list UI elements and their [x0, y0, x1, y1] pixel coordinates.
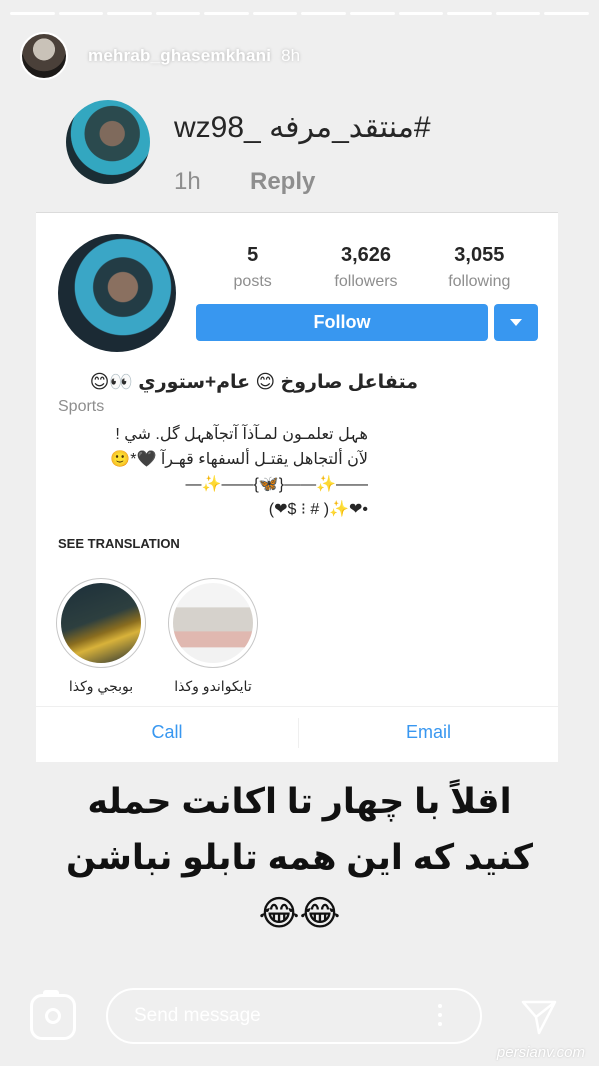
pubg-highlight-icon	[61, 583, 141, 663]
progress-segment	[155, 12, 201, 15]
progress-segment	[252, 12, 298, 15]
stat-value: 3,626	[340, 244, 392, 266]
progress-segment	[204, 12, 249, 15]
stat-value: 5	[247, 244, 259, 266]
highlight-ring	[56, 578, 146, 668]
follow-button: Follow	[196, 304, 488, 341]
taekwondo-highlight-icon	[173, 583, 253, 663]
story-header: mehrab_ghasemkhani 8h	[20, 32, 300, 80]
send-direct-icon[interactable]	[520, 998, 558, 1036]
comment-username: wz98_ منتقد_مرفه#	[174, 111, 431, 144]
story-username[interactable]: mehrab_ghasemkhani	[88, 46, 271, 66]
profile-bio: هہل تعلمـون لمـآذآ آتجآهہل گل. شي ! لآن …	[110, 426, 368, 518]
see-translation-link: SEE TRANSLATION	[58, 536, 180, 551]
stat-followers: 3,626 followers	[309, 244, 422, 291]
highlight-ring	[168, 578, 258, 668]
stat-label: followers	[334, 273, 398, 290]
progress-segment	[107, 12, 152, 15]
progress-segment	[58, 12, 104, 15]
comment-row: wz98_ منتقد_مرفه# 1h Reply	[66, 100, 559, 210]
camera-icon-bump	[43, 990, 59, 996]
stat-label: following	[448, 273, 511, 290]
story-timestamp: 8h	[281, 46, 301, 65]
stat-following: 3,055 following	[423, 244, 536, 291]
stat-label: posts	[233, 273, 272, 290]
camera-icon[interactable]	[30, 990, 76, 1040]
story-caption: اقلاً با چهار تا اکانت حمله کنید که این …	[65, 782, 534, 933]
profile-avatar	[58, 234, 176, 352]
story-highlight-pubg: بوبجي وكذا	[56, 578, 146, 695]
progress-segment	[350, 12, 395, 15]
camera-icon-lens	[45, 1008, 61, 1024]
comment-reply-button: Reply	[250, 168, 316, 195]
story-user-avatar[interactable]	[20, 32, 68, 80]
profile-stats: 5 posts 3,626 followers 3,055 following	[196, 244, 536, 291]
suggestions-dropdown-button	[494, 304, 538, 341]
stat-value: 3,055	[454, 244, 505, 266]
profile-display-name: متفاعل صاروخ 😊 عام+ستوري 👀😊	[89, 372, 418, 393]
progress-segment	[544, 12, 589, 15]
progress-segment	[447, 12, 492, 15]
chevron-down-icon	[510, 319, 522, 326]
comment-avatar	[66, 100, 150, 184]
divider	[36, 212, 558, 213]
highlight-label: تايكواندو وكذا	[174, 678, 252, 694]
comment-timestamp: 1h	[174, 168, 201, 195]
stat-posts: 5 posts	[196, 244, 309, 291]
story-reply-bar: Send message	[0, 988, 599, 1044]
highlight-label: بوبجي وكذا	[68, 678, 134, 694]
progress-segment	[301, 12, 347, 15]
profile-category: Sports	[58, 398, 105, 415]
story-progress-bar	[10, 12, 589, 15]
divider	[36, 706, 558, 707]
story-highlight-taekwondo: تايكواندو وكذا	[168, 578, 258, 695]
progress-segment	[495, 12, 541, 15]
send-message-input[interactable]: Send message	[106, 988, 482, 1044]
progress-segment	[398, 12, 444, 15]
call-button: Call	[151, 721, 183, 742]
progress-segment	[10, 12, 55, 15]
profile-card: 5 posts 3,626 followers 3,055 following …	[36, 212, 558, 762]
more-options-icon[interactable]	[437, 1004, 443, 1028]
email-button: Email	[405, 721, 451, 742]
watermark: persianv.com	[496, 1044, 585, 1061]
